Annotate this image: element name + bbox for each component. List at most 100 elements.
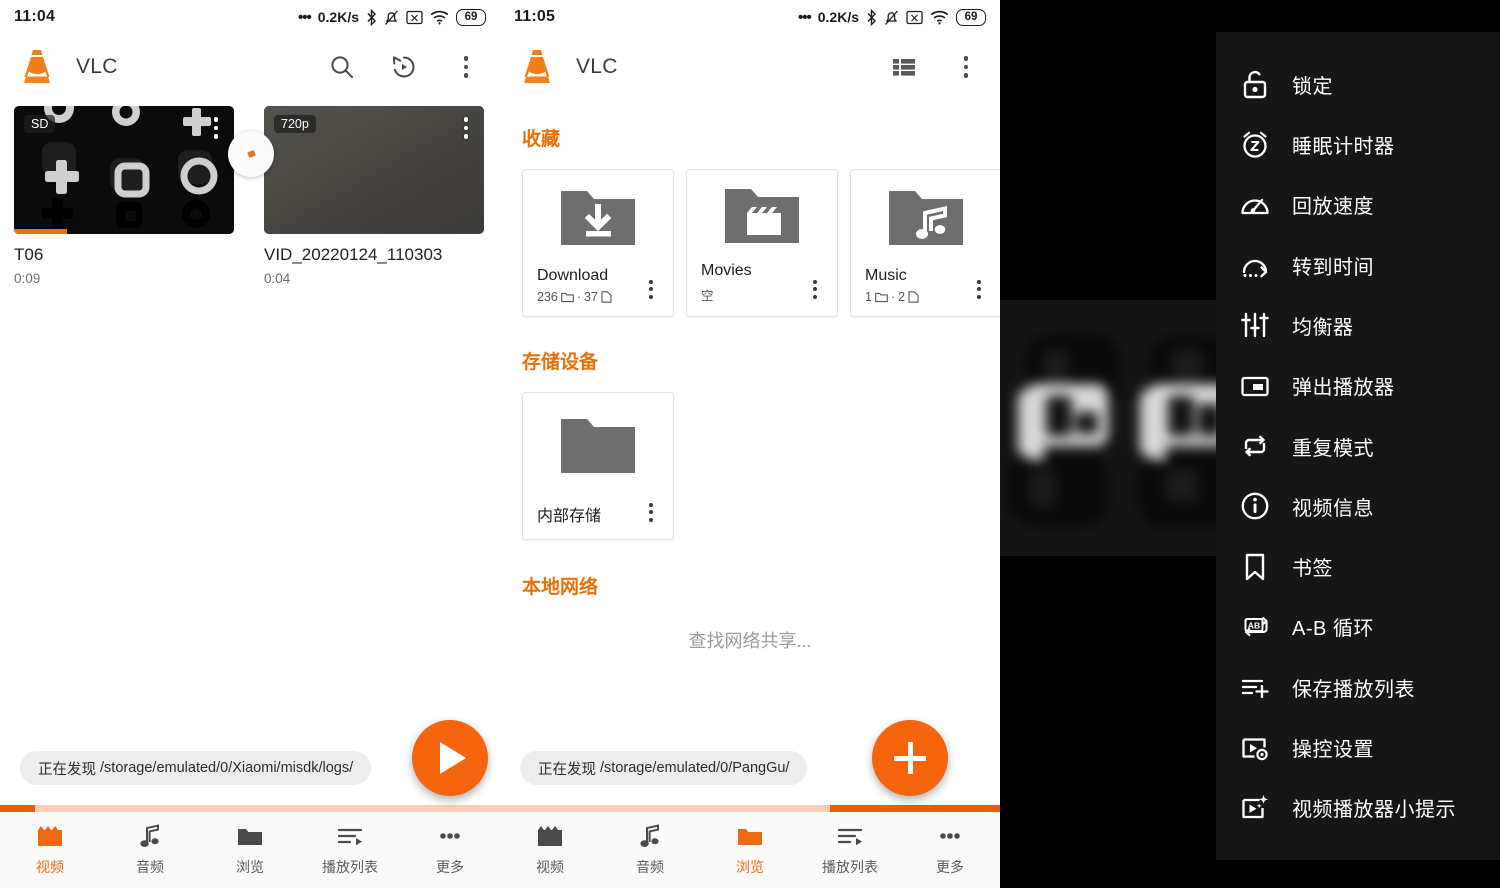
nav-item-browse[interactable]: 浏览	[200, 823, 300, 877]
folder-overflow-icon[interactable]	[803, 276, 827, 302]
menu-item-sleep-timer[interactable]: 睡眠计时器	[1216, 114, 1500, 174]
video-grid: SD T06 0:09 720p VID_20220124_110303 0:0…	[0, 100, 500, 286]
video-card[interactable]: SD T06 0:09	[14, 106, 234, 286]
playlist-icon	[337, 828, 363, 846]
video-thumbnail[interactable]: SD	[14, 106, 234, 234]
folder-icon	[738, 829, 762, 845]
clapperboard-icon	[538, 826, 562, 846]
wifi-icon	[430, 10, 449, 25]
menu-item-bookmarks[interactable]: 书签	[1216, 537, 1500, 597]
menu-item-player-settings[interactable]: 操控设置	[1216, 717, 1500, 777]
nav-item-more[interactable]: 更多	[400, 823, 500, 877]
nav-item-audio[interactable]: 音频	[600, 823, 700, 877]
storage-name: 内部存储	[537, 508, 602, 525]
nav-item-video[interactable]: 视频	[0, 823, 100, 877]
video-card[interactable]: 720p VID_20220124_110303 0:04	[264, 106, 484, 286]
app-title: VLC	[76, 55, 118, 78]
storage-overflow-icon[interactable]	[639, 499, 663, 525]
scan-snackbar: 正在发现 /storage/emulated/0/Xiaomi/misdk/lo…	[20, 751, 372, 785]
nav-label: 更多	[936, 859, 964, 875]
sleep-timer-icon	[1232, 128, 1278, 160]
bluetooth-icon	[866, 8, 877, 26]
folder-overflow-icon[interactable]	[967, 276, 991, 302]
file-small-icon	[908, 291, 919, 303]
menu-item-jump-to-time[interactable]: 转到时间	[1216, 235, 1500, 295]
folder-small-icon	[561, 292, 574, 302]
plus-icon-vertical	[907, 742, 913, 774]
menu-label: 睡眠计时器	[1292, 135, 1395, 158]
touch-indicator	[228, 131, 274, 177]
nav-label: 音频	[636, 859, 664, 875]
video-overflow-icon[interactable]	[454, 115, 478, 141]
info-icon	[1232, 490, 1278, 522]
section-title-storage: 存储设备	[522, 352, 599, 373]
nav-label: 视频	[36, 859, 64, 875]
menu-item-playback-speed[interactable]: 回放速度	[1216, 175, 1500, 235]
play-fab-button[interactable]	[412, 720, 488, 796]
folder-card-footer: Movies 空	[687, 261, 837, 316]
music-note-icon	[640, 824, 659, 847]
history-icon[interactable]	[388, 51, 420, 83]
menu-item-repeat-mode[interactable]: 重复模式	[1216, 416, 1500, 476]
scan-path: /storage/emulated/0/PangGu/	[600, 760, 790, 776]
nav-item-playlist[interactable]: 播放列表	[300, 823, 400, 877]
menu-label: 弹出播放器	[1292, 377, 1395, 400]
mute-notification-icon	[884, 9, 899, 26]
folder-name: Download	[537, 267, 609, 284]
nav-item-more[interactable]: 更多	[900, 823, 1000, 877]
folder-card[interactable]: Music 1 · 2	[850, 169, 1000, 317]
status-clock: 11:05	[514, 8, 556, 25]
search-icon[interactable]	[326, 51, 358, 83]
menu-label: 视频播放器小提示	[1292, 799, 1456, 822]
network-empty-text: 查找网络共享...	[688, 631, 812, 651]
menu-item-equalizer[interactable]: 均衡器	[1216, 295, 1500, 355]
folder-download-icon	[523, 170, 673, 266]
menu-label: A-B 循环	[1292, 618, 1374, 641]
menu-item-lock[interactable]: 锁定	[1216, 54, 1500, 114]
overflow-icon[interactable]	[950, 51, 982, 83]
nav-item-video[interactable]: 视频	[500, 823, 600, 877]
menu-item-ab-repeat[interactable]: AB A-B 循环	[1216, 597, 1500, 657]
video-thumbnail[interactable]: 720p	[264, 106, 484, 234]
nav-item-playlist[interactable]: 播放列表	[800, 823, 900, 877]
resume-progress	[14, 229, 67, 234]
status-bar: 11:04 ••• 0.2K/s 69	[0, 0, 500, 34]
overflow-icon[interactable]	[450, 51, 482, 83]
storage-card[interactable]: 内部存储	[522, 392, 674, 540]
folder-card[interactable]: Movies 空	[686, 169, 838, 317]
folder-name: Music	[865, 267, 907, 284]
vlc-logo-icon	[18, 47, 56, 87]
menu-item-popup-player[interactable]: 弹出播放器	[1216, 356, 1500, 416]
bottom-nav: 视频 音频 浏览 播放列表 更多	[500, 812, 1000, 888]
vlc-logo-icon	[518, 47, 556, 87]
nav-item-audio[interactable]: 音频	[100, 823, 200, 877]
folder-meta: 236 · 37	[537, 290, 612, 304]
folder-card[interactable]: Download 236 · 37	[522, 169, 674, 317]
add-fab-button[interactable]	[872, 720, 948, 796]
popup-player-icon	[1232, 370, 1278, 402]
mute-notification-icon	[384, 9, 399, 26]
storage-card-row: 内部存储	[500, 374, 1000, 540]
nav-item-browse[interactable]: 浏览	[700, 823, 800, 877]
video-overflow-icon[interactable]	[204, 115, 228, 141]
player-options-menu: 锁定 睡眠计时器 回放速度 转到时间 均衡器 弹出播放器 重复模式 视频信息 书…	[1216, 32, 1500, 860]
menu-item-player-tips[interactable]: 视频播放器小提示	[1216, 778, 1500, 838]
nav-label: 更多	[436, 859, 464, 875]
list-view-icon[interactable]	[888, 51, 920, 83]
video-title: T06	[14, 245, 44, 264]
folder-overflow-icon[interactable]	[639, 276, 663, 302]
meta-separator: ·	[576, 290, 582, 304]
folder-icon	[523, 393, 673, 499]
video-duration: 0:04	[264, 271, 291, 286]
playlist-icon	[837, 828, 863, 846]
folder-card-footer: Music 1 · 2	[851, 266, 1000, 316]
menu-item-save-playlist[interactable]: 保存播放列表	[1216, 657, 1500, 717]
folder-count: 236	[537, 290, 558, 304]
menu-item-video-info[interactable]: 视频信息	[1216, 476, 1500, 536]
kebab-dots	[454, 54, 478, 80]
bottom-nav: 视频 音频 浏览 播放列表 更多	[0, 812, 500, 888]
screenshot-stage: 11:04 ••• 0.2K/s 69 VLC SD T06 0:09 720p…	[0, 0, 1500, 888]
app-bar: VLC	[500, 34, 1000, 100]
nav-label: 播放列表	[322, 859, 378, 875]
video-duration: 0:09	[14, 271, 41, 286]
